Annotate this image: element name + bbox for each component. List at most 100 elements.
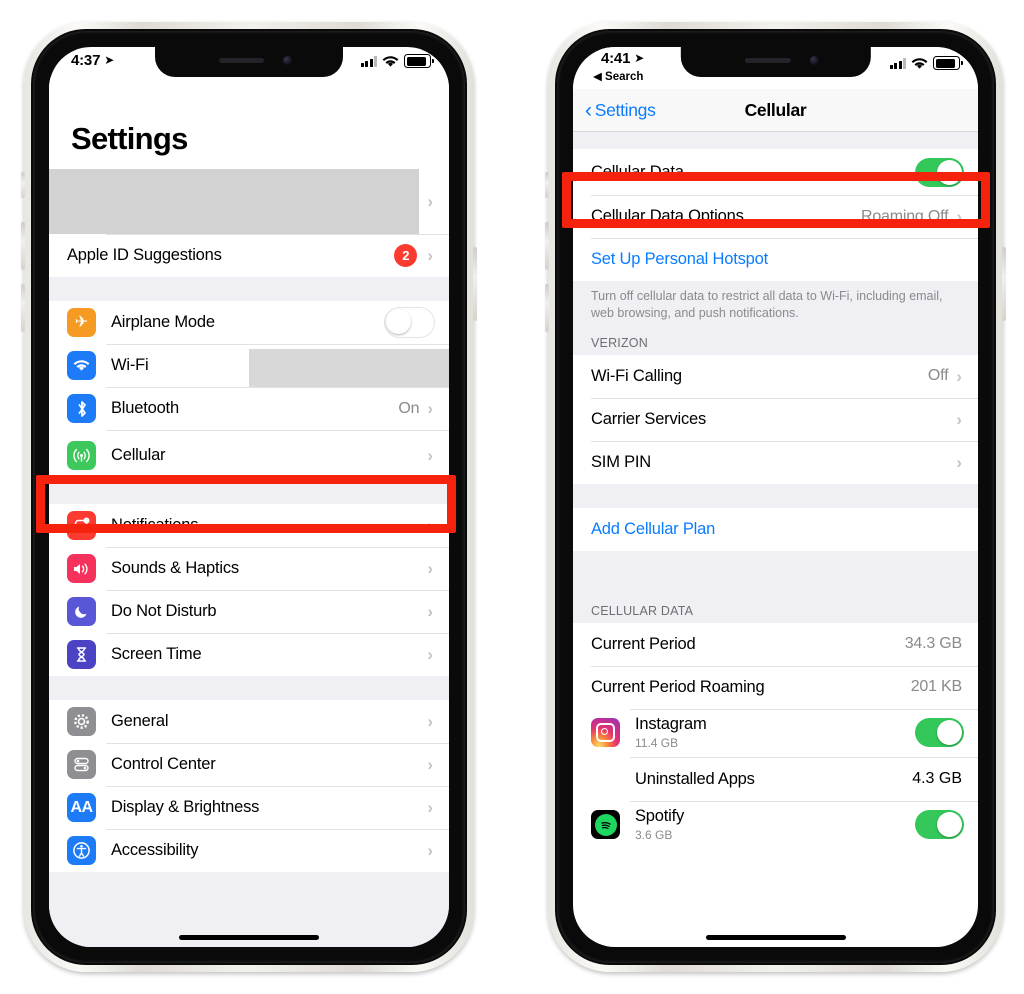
spotify-toggle[interactable] (915, 810, 964, 840)
volume-down-button[interactable] (545, 284, 549, 332)
volume-up-button[interactable] (21, 222, 25, 270)
volume-down-button[interactable] (21, 284, 25, 332)
cellular-icon (67, 440, 96, 470)
back-to-search-button[interactable]: ◀ Search (593, 69, 643, 83)
settings-group-connectivity: ✈ Airplane Mode Wi-Fi Bluetooth On › Cel… (49, 301, 449, 480)
home-indicator[interactable] (179, 935, 319, 940)
app-row-uninstalled-apps[interactable]: Uninstalled Apps 4.3 GB (573, 756, 978, 801)
spotify-icon (591, 810, 620, 840)
sounds-haptics-label: Sounds & Haptics (111, 559, 239, 577)
sidebar-item-sounds-haptics[interactable]: Sounds & Haptics › (49, 547, 449, 590)
wifi-calling-row[interactable]: Wi-Fi Calling Off › (573, 354, 978, 398)
mute-switch[interactable] (21, 172, 25, 198)
set-up-personal-hotspot-row[interactable]: Set Up Personal Hotspot (573, 238, 978, 281)
back-button[interactable]: ‹ Settings (585, 100, 656, 121)
chevron-left-icon: ‹ (585, 98, 592, 122)
location-arrow-icon: ➤ (104, 53, 115, 67)
add-cellular-plan-label: Add Cellular Plan (591, 519, 716, 538)
chevron-right-icon: › (427, 798, 433, 817)
status-time: 4:41 ➤ (601, 50, 644, 67)
navigation-bar: ‹ Settings Cellular (573, 89, 978, 132)
sidebar-item-airplane-mode[interactable]: ✈ Airplane Mode (49, 301, 449, 344)
page-title: Settings (49, 77, 449, 169)
airplane-mode-toggle[interactable] (384, 307, 435, 338)
sidebar-item-wifi[interactable]: Wi-Fi (49, 344, 449, 391)
wifi-calling-value: Off (927, 367, 949, 385)
spotify-name: Spotify (635, 807, 685, 826)
gear-icon (67, 707, 96, 736)
signal-bars-icon (889, 57, 906, 69)
group-separator (49, 676, 449, 700)
signal-bars-icon (360, 55, 377, 67)
group-separator (573, 132, 978, 149)
carrier-section-header: VERIZON (573, 330, 978, 355)
screen-time-label: Screen Time (111, 645, 202, 663)
airplane-icon: ✈ (67, 308, 96, 337)
app-row-spotify[interactable]: Spotify 3.6 GB (573, 800, 978, 849)
earpiece-speaker (218, 58, 265, 63)
sim-pin-row[interactable]: SIM PIN › (573, 440, 978, 484)
instagram-name: Instagram (635, 715, 707, 734)
home-indicator[interactable] (705, 935, 846, 940)
cellular-scroll-view[interactable]: Cellular Data Cellular Data Options Roam… (573, 132, 978, 849)
back-to-search-label: Search (605, 71, 644, 83)
mute-switch[interactable] (545, 172, 549, 198)
volume-up-button[interactable] (545, 222, 549, 270)
sidebar-item-screen-time[interactable]: Screen Time › (49, 633, 449, 676)
sidebar-item-display-brightness[interactable]: AA Display & Brightness › (49, 786, 449, 829)
chevron-right-icon: › (956, 409, 962, 429)
bluetooth-value: On (398, 399, 420, 417)
settings-group-system: General › Control Center › AA Display & … (49, 700, 449, 872)
sidebar-item-accessibility[interactable]: Accessibility › (49, 829, 449, 872)
cellular-label: Cellular (111, 445, 166, 464)
airplane-mode-label: Airplane Mode (111, 313, 215, 331)
chevron-right-icon: › (427, 399, 433, 418)
front-camera (283, 56, 293, 65)
sidebar-item-general[interactable]: General › (49, 700, 449, 743)
sidebar-item-bluetooth[interactable]: Bluetooth On › (49, 387, 449, 430)
add-cellular-plan-row[interactable]: Add Cellular Plan (573, 507, 978, 551)
wifi-calling-label: Wi-Fi Calling (591, 366, 682, 385)
apple-id-profile-row[interactable]: › (49, 169, 449, 234)
current-period-roaming-label: Current Period Roaming (591, 677, 765, 696)
sidebar-item-apple-id-suggestions[interactable]: Apple ID Suggestions 2 › (49, 234, 449, 277)
front-camera (810, 56, 820, 65)
battery-icon (404, 54, 434, 68)
sidebar-item-cellular[interactable]: Cellular › (49, 430, 449, 480)
cellular-group-add-plan: Add Cellular Plan (573, 507, 978, 551)
current-period-roaming-row[interactable]: Current Period Roaming 201 KB (573, 665, 978, 709)
accessibility-icon (67, 836, 96, 865)
current-period-label: Current Period (591, 634, 696, 653)
instagram-toggle[interactable] (915, 718, 964, 748)
control-center-label: Control Center (111, 755, 216, 773)
chevron-right-icon: › (427, 645, 433, 664)
apple-id-suggestions-label: Apple ID Suggestions (67, 246, 222, 264)
status-indicators (889, 56, 963, 70)
profile-redacted-block (49, 169, 419, 234)
notch (155, 47, 343, 77)
current-period-value: 34.3 GB (904, 635, 963, 653)
cellular-data-footnote: Turn off cellular data to restrict all d… (573, 281, 978, 331)
group-separator (573, 550, 978, 599)
do-not-disturb-label: Do Not Disturb (111, 602, 217, 620)
chevron-right-icon: › (956, 452, 962, 472)
accessibility-label: Accessibility (111, 841, 199, 859)
current-period-row[interactable]: Current Period 34.3 GB (573, 622, 978, 666)
instagram-icon (591, 718, 620, 748)
power-button[interactable] (1002, 247, 1006, 321)
wifi-value-redacted-block (249, 349, 449, 391)
general-label: General (111, 712, 169, 730)
sounds-icon (67, 554, 96, 583)
bluetooth-icon (67, 394, 96, 423)
chevron-right-icon: › (956, 366, 962, 386)
cellular-group-carrier: Wi-Fi Calling Off › Carrier Services › S… (573, 354, 978, 484)
battery-icon (933, 56, 963, 70)
phone-right: 4:41 ➤ ◀ Search ‹ Settings Cellular Cell… (545, 22, 1006, 972)
power-button[interactable] (473, 247, 477, 321)
carrier-services-row[interactable]: Carrier Services › (573, 397, 978, 441)
uninstalled-apps-label: Uninstalled Apps (635, 769, 755, 788)
app-row-instagram[interactable]: Instagram 11.4 GB (573, 708, 978, 757)
sidebar-item-control-center[interactable]: Control Center › (49, 743, 449, 786)
current-period-roaming-value: 201 KB (910, 678, 962, 696)
sidebar-item-do-not-disturb[interactable]: Do Not Disturb › (49, 590, 449, 633)
